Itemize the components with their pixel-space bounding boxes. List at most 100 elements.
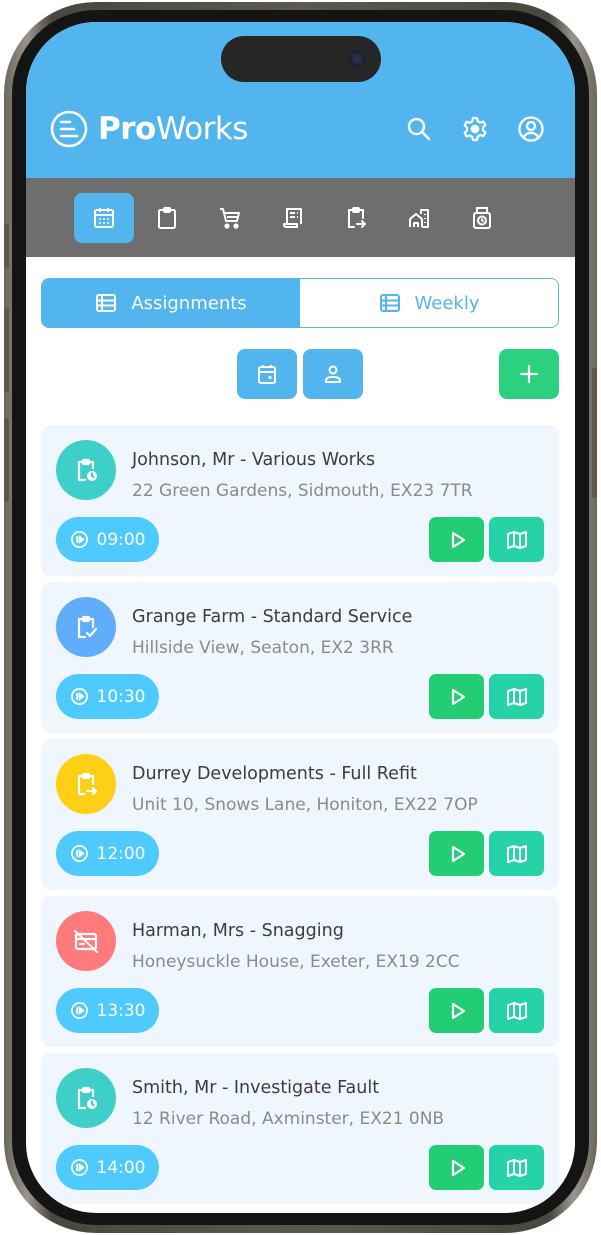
play-icon bbox=[451, 531, 465, 548]
time-clock-icon bbox=[473, 206, 491, 229]
list-icon bbox=[379, 294, 400, 312]
start-job-button[interactable] bbox=[429, 831, 484, 876]
toolbar-calendar-button[interactable] bbox=[74, 192, 134, 243]
assignment-card[interactable]: Johnson, Mr - Various Works 22 Green Gar… bbox=[41, 425, 559, 576]
start-time: 10:30 bbox=[96, 686, 146, 707]
clipboard-icon bbox=[158, 206, 176, 229]
assignment-list: Johnson, Mr - Various Works 22 Green Gar… bbox=[41, 425, 559, 1210]
assignment-card[interactable]: Harman, Mrs - Snagging Honeysuckle House… bbox=[41, 896, 559, 1047]
play-icon bbox=[451, 1002, 465, 1019]
start-job-button[interactable] bbox=[429, 517, 484, 562]
play-icon bbox=[451, 845, 465, 862]
status-avatar bbox=[56, 1068, 116, 1128]
assignment-title: Harman, Mrs - Snagging bbox=[132, 921, 344, 941]
start-time-button[interactable]: 13:30 bbox=[56, 988, 159, 1033]
assignment-address: Honeysuckle House, Exeter, EX19 2CC bbox=[132, 952, 460, 972]
play-circle-icon bbox=[70, 1159, 88, 1176]
assignment-title: Smith, Mr - Investigate Fault bbox=[132, 1078, 380, 1098]
toolbar-clipboard-export-button[interactable] bbox=[326, 193, 386, 243]
module-toolbar bbox=[26, 178, 575, 257]
calendar-icon bbox=[94, 207, 114, 228]
date-filter-button[interactable] bbox=[237, 349, 297, 399]
action-button bbox=[4, 224, 9, 268]
assignment-address: 12 River Road, Axminster, EX21 0NB bbox=[132, 1109, 445, 1129]
clipboard-check-icon bbox=[77, 615, 98, 639]
assignment-title: Durrey Developments - Full Refit bbox=[132, 764, 417, 784]
app-logo[interactable]: ProWorks bbox=[50, 110, 248, 148]
volume-down-button bbox=[4, 418, 9, 502]
play-icon bbox=[451, 688, 465, 705]
add-assignment-button[interactable] bbox=[499, 349, 559, 399]
map-icon bbox=[506, 530, 527, 549]
play-circle-icon bbox=[70, 688, 88, 705]
toolbar-receipt-button[interactable] bbox=[263, 193, 323, 243]
list-icon bbox=[96, 294, 117, 312]
calendar-day-icon bbox=[258, 365, 276, 384]
start-time: 12:00 bbox=[96, 843, 146, 864]
start-job-button[interactable] bbox=[429, 1145, 484, 1190]
app-screen: ProWorks Assignments Weekly Johnson, Mr … bbox=[26, 22, 575, 1213]
status-avatar bbox=[56, 597, 116, 657]
app-title: ProWorks bbox=[98, 110, 248, 148]
start-time: 13:30 bbox=[96, 1000, 146, 1021]
tab-assignments-label: Assignments bbox=[131, 292, 247, 314]
toolbar-buildings-button[interactable] bbox=[389, 193, 449, 243]
play-circle-icon bbox=[70, 1002, 88, 1019]
assignment-address: 22 Green Gardens, Sidmouth, EX23 7TR bbox=[132, 481, 473, 501]
assignment-title: Grange Farm - Standard Service bbox=[132, 607, 413, 627]
play-circle-icon bbox=[70, 845, 88, 862]
brand-regular: Works bbox=[155, 111, 249, 147]
assignment-card[interactable]: Durrey Developments - Full Refit Unit 10… bbox=[41, 739, 559, 890]
view-tabs: Assignments Weekly bbox=[41, 278, 559, 328]
tab-weekly[interactable]: Weekly bbox=[300, 279, 558, 327]
start-time: 14:00 bbox=[96, 1157, 146, 1178]
map-icon bbox=[506, 1158, 527, 1177]
assignment-title: Johnson, Mr - Various Works bbox=[132, 450, 376, 470]
assignment-card[interactable]: Smith, Mr - Investigate Fault 12 River R… bbox=[41, 1053, 559, 1204]
user-circle-icon[interactable] bbox=[517, 115, 545, 143]
buildings-icon bbox=[409, 208, 429, 228]
start-time-button[interactable]: 10:30 bbox=[56, 674, 159, 719]
start-job-button[interactable] bbox=[429, 674, 484, 719]
tab-weekly-label: Weekly bbox=[414, 292, 480, 314]
start-time-button[interactable]: 09:00 bbox=[56, 517, 159, 562]
power-button bbox=[592, 368, 597, 498]
clipboard-clock-icon bbox=[77, 458, 97, 482]
map-button[interactable] bbox=[489, 1145, 544, 1190]
cart-icon bbox=[220, 207, 240, 229]
gear-icon[interactable] bbox=[461, 115, 489, 143]
map-button[interactable] bbox=[489, 674, 544, 719]
map-button[interactable] bbox=[489, 831, 544, 876]
map-button[interactable] bbox=[489, 517, 544, 562]
volume-up-button bbox=[4, 308, 9, 392]
map-icon bbox=[506, 1001, 527, 1020]
tab-assignments[interactable]: Assignments bbox=[42, 279, 300, 327]
clipboard-export-icon bbox=[348, 206, 367, 228]
start-job-button[interactable] bbox=[429, 988, 484, 1033]
brand-bold: Pro bbox=[98, 111, 156, 147]
camera-icon bbox=[349, 51, 365, 67]
map-button[interactable] bbox=[489, 988, 544, 1033]
play-icon bbox=[451, 1159, 465, 1176]
assignment-card[interactable]: Grange Farm - Standard Service Hillside … bbox=[41, 582, 559, 733]
toolbar-clipboard-button[interactable] bbox=[137, 193, 197, 243]
receipt-icon bbox=[283, 207, 302, 228]
user-filter-button[interactable] bbox=[303, 349, 363, 399]
map-icon bbox=[506, 844, 527, 863]
play-circle-icon bbox=[70, 531, 88, 548]
card-off-icon bbox=[73, 929, 99, 954]
toolbar-timesheet-button[interactable] bbox=[452, 193, 512, 243]
start-time-button[interactable]: 14:00 bbox=[56, 1145, 159, 1190]
dynamic-island bbox=[221, 36, 381, 82]
start-time: 09:00 bbox=[96, 529, 146, 550]
status-avatar bbox=[56, 440, 116, 500]
plus-icon bbox=[519, 364, 539, 384]
clipboard-export-icon bbox=[77, 772, 98, 796]
toolbar-cart-button[interactable] bbox=[200, 193, 260, 243]
status-avatar bbox=[56, 754, 116, 814]
start-time-button[interactable]: 12:00 bbox=[56, 831, 159, 876]
search-icon[interactable] bbox=[405, 115, 433, 143]
status-avatar bbox=[56, 911, 116, 971]
assignment-address: Unit 10, Snows Lane, Honiton, EX22 7OP bbox=[132, 795, 478, 815]
logo-icon bbox=[50, 110, 88, 148]
